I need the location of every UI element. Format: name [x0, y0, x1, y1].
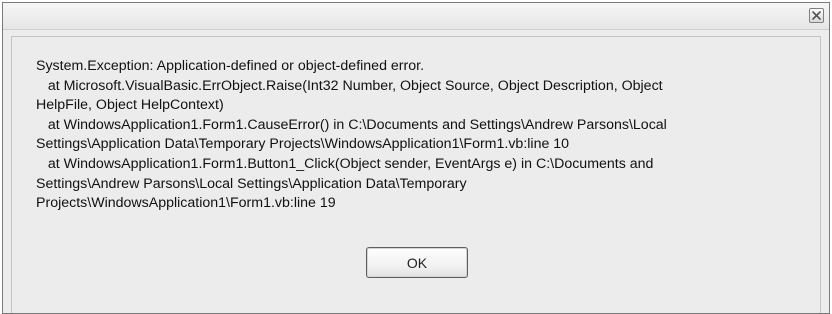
- ok-button[interactable]: OK: [366, 247, 468, 278]
- message-line: Projects\WindowsApplication1\Form1.vb:li…: [36, 195, 336, 212]
- message-line: at Microsoft.VisualBasic.ErrObject.Raise…: [36, 77, 663, 94]
- message-line: HelpFile, Object HelpContext): [36, 97, 224, 114]
- message-line: Settings\Andrew Parsons\Local Settings\A…: [36, 175, 467, 192]
- close-icon: [812, 11, 821, 20]
- dialog-body: System.Exception: Application-defined or…: [11, 36, 821, 313]
- close-button[interactable]: [809, 8, 824, 23]
- message-line: System.Exception: Application-defined or…: [36, 58, 425, 74]
- error-dialog: System.Exception: Application-defined or…: [2, 2, 830, 314]
- message-line: Settings\Application Data\Temporary Proj…: [36, 136, 570, 153]
- title-bar: [3, 3, 829, 30]
- message-line: at WindowsApplication1.Form1.Button1_Cli…: [36, 155, 654, 172]
- error-message: System.Exception: Application-defined or…: [36, 57, 811, 214]
- message-line: at WindowsApplication1.Form1.CauseError(…: [36, 116, 667, 133]
